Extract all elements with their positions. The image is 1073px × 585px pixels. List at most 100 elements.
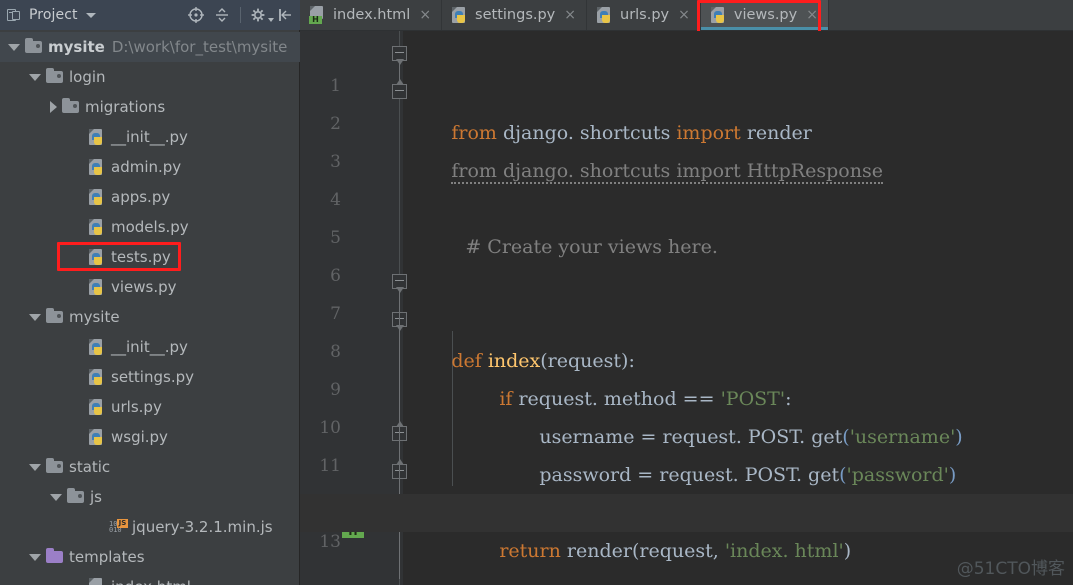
comment-text: # Create your views here. bbox=[465, 236, 718, 258]
chevron-down-icon[interactable] bbox=[29, 313, 41, 321]
tab-urls-py[interactable]: urls.py × bbox=[587, 0, 701, 30]
line-number: 4 bbox=[330, 190, 341, 210]
tree-item-urls-py[interactable]: urls.py bbox=[0, 392, 300, 422]
line-number: 1 bbox=[330, 76, 341, 96]
close-icon[interactable]: × bbox=[419, 8, 431, 22]
tree-item-label: views.py bbox=[111, 278, 177, 296]
editor-tab-strip[interactable]: Hindex.html × settings.py × urls.py × views.py… bbox=[300, 0, 1073, 31]
folder-icon bbox=[62, 98, 80, 116]
python-file-icon bbox=[88, 158, 106, 176]
tree-item-index-html[interactable]: Hindex.html bbox=[0, 572, 300, 585]
unused-import-statement: from django. shortcuts import HttpRespon… bbox=[451, 160, 883, 184]
tree-item---init---py[interactable]: __init__.py bbox=[0, 332, 300, 362]
line-number: 8 bbox=[330, 342, 341, 362]
folder-icon bbox=[46, 458, 64, 476]
code-line-10: password = request. POST. get('password'… bbox=[403, 418, 956, 486]
project-sidebar: Project mysite D:\work\for_test\mysite l… bbox=[0, 0, 300, 585]
paren-close: ) bbox=[955, 426, 963, 448]
close-icon[interactable]: × bbox=[806, 8, 818, 22]
code-line-2: from django. shortcuts import HttpRespon… bbox=[403, 114, 883, 184]
tree-item-label: migrations bbox=[85, 98, 166, 116]
line-number: 5 bbox=[330, 228, 341, 248]
tree-item-migrations[interactable]: migrations bbox=[0, 92, 300, 122]
folder-icon bbox=[25, 38, 43, 56]
fold-region-line bbox=[399, 289, 400, 479]
python-file-icon bbox=[88, 278, 106, 296]
string-index-html: 'index. html' bbox=[724, 540, 844, 562]
line-number: 10 bbox=[319, 418, 341, 438]
hide-panel-icon[interactable] bbox=[274, 4, 296, 26]
code-line-7: def index(request): bbox=[403, 304, 635, 372]
tree-item-views-py[interactable]: views.py bbox=[0, 272, 300, 302]
tree-item-templates[interactable]: templates bbox=[0, 542, 300, 572]
project-panel-title: Project bbox=[29, 7, 78, 23]
tree-item-login[interactable]: login bbox=[0, 62, 300, 92]
chevron-down-icon[interactable] bbox=[50, 493, 62, 501]
tab-settings-py[interactable]: settings.py × bbox=[442, 0, 587, 30]
code-editor[interactable]: 12345678910111213 H bbox=[300, 31, 1073, 585]
line-number: 3 bbox=[330, 152, 341, 172]
toolbar-divider bbox=[240, 7, 241, 23]
tree-item-label: templates bbox=[69, 548, 145, 566]
settings-gear-icon[interactable] bbox=[248, 4, 274, 26]
python-file-icon bbox=[596, 6, 614, 24]
tree-item-label: index.html bbox=[111, 578, 191, 585]
tree-item-models-py[interactable]: models.py bbox=[0, 212, 300, 242]
code-line-9: username = request. POST. get('username'… bbox=[403, 380, 962, 448]
locate-in-tree-icon[interactable] bbox=[185, 4, 207, 26]
folder-icon bbox=[46, 68, 64, 86]
tab-views-py[interactable]: views.py × bbox=[700, 0, 829, 30]
tree-item-label: __init__.py bbox=[111, 338, 188, 356]
project-file-tree[interactable]: mysite D:\work\for_test\mysite login migrat… bbox=[0, 30, 300, 585]
tree-item-label: models.py bbox=[111, 218, 189, 236]
tree-item-settings-py[interactable]: settings.py bbox=[0, 362, 300, 392]
kw-return: return bbox=[499, 540, 561, 562]
tree-item-apps-py[interactable]: apps.py bbox=[0, 182, 300, 212]
chevron-right-icon[interactable] bbox=[50, 101, 57, 113]
chevron-down-icon[interactable] bbox=[85, 12, 96, 18]
python-file-icon bbox=[88, 398, 106, 416]
chevron-down-icon[interactable] bbox=[8, 43, 20, 51]
code-line-11: print(username, password) bbox=[403, 456, 800, 524]
python-file-icon bbox=[88, 248, 106, 266]
tree-item-mysite[interactable]: mysite bbox=[0, 302, 300, 332]
tree-item-admin-py[interactable]: admin.py bbox=[0, 152, 300, 182]
render-args: (request, bbox=[631, 540, 725, 562]
tree-item---init---py[interactable]: __init__.py bbox=[0, 122, 300, 152]
tree-item-label: __init__.py bbox=[111, 128, 188, 146]
tree-item-tests-py[interactable]: tests.py bbox=[0, 242, 300, 272]
tree-item-label: settings.py bbox=[111, 368, 194, 386]
paren-close: ) bbox=[948, 464, 957, 486]
line-number: 6 bbox=[330, 266, 341, 286]
close-icon[interactable]: × bbox=[678, 8, 690, 22]
tree-item-js[interactable]: js bbox=[0, 482, 300, 512]
chevron-down-icon[interactable] bbox=[29, 553, 41, 561]
tree-item-wsgi-py[interactable]: wsgi.py bbox=[0, 422, 300, 452]
templates-folder-icon bbox=[46, 548, 64, 566]
code-line-8: if request. method == 'POST': bbox=[403, 342, 791, 410]
tree-item-path: D:\work\for_test\mysite bbox=[111, 38, 288, 56]
tree-item-mysite[interactable]: mysite D:\work\for_test\mysite bbox=[0, 32, 300, 62]
tree-item-label: urls.py bbox=[111, 398, 162, 416]
tree-item-label: apps.py bbox=[111, 188, 171, 206]
line-number: 2 bbox=[330, 114, 341, 134]
python-file-icon bbox=[710, 6, 728, 24]
chevron-down-icon[interactable] bbox=[29, 463, 41, 471]
folder-icon bbox=[46, 308, 64, 326]
chevron-down-icon[interactable] bbox=[29, 73, 41, 81]
javascript-file-icon: 10 010 JS bbox=[109, 519, 128, 534]
fold-region-line bbox=[399, 61, 400, 85]
collapse-all-icon[interactable] bbox=[211, 4, 233, 26]
tab-index-html[interactable]: Hindex.html × bbox=[300, 0, 443, 30]
line-number: 7 bbox=[330, 304, 341, 324]
close-icon[interactable]: × bbox=[564, 8, 576, 22]
tree-item-static[interactable]: static bbox=[0, 452, 300, 482]
project-toolbar bbox=[185, 0, 296, 30]
tab-label: settings.py bbox=[475, 7, 556, 23]
tree-item-jquery-3-2-1-min-js[interactable]: 10 010 JS jquery-3.2.1.min.js bbox=[0, 512, 300, 542]
python-file-icon bbox=[88, 188, 106, 206]
python-file-icon bbox=[88, 218, 106, 236]
code-line-4: # Create your views here. bbox=[403, 190, 718, 258]
code-content[interactable]: from django. shortcuts import render fro… bbox=[300, 31, 1073, 585]
tree-item-label: jquery-3.2.1.min.js bbox=[132, 518, 273, 536]
